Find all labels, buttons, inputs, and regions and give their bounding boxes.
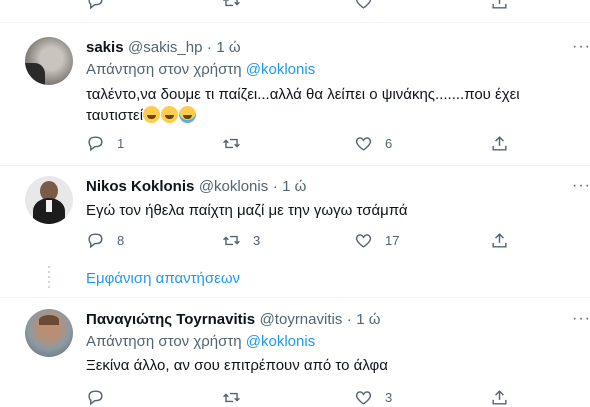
reply-icon [88, 136, 103, 152]
like-count: 17 [385, 233, 400, 248]
top-share-icon[interactable] [490, 0, 509, 11]
like-count: 6 [385, 136, 393, 151]
share-button[interactable] [490, 231, 509, 250]
handle[interactable]: @sakis_hp [128, 39, 202, 56]
display-name[interactable]: sakis [86, 39, 124, 56]
tweet-text-line: Εγώ τον ήθελα παίχτη μαζί με την γωγω τσ… [86, 202, 408, 219]
reply-prefix: Απάντηση στον χρήστη [86, 333, 242, 350]
divider [0, 297, 590, 298]
reply-mention-link[interactable]: @koklonis [246, 61, 315, 78]
like-count: 3 [385, 390, 393, 405]
reply-prefix: Απάντηση στον χρήστη [86, 61, 242, 78]
reply-mention-link[interactable]: @koklonis [246, 333, 315, 350]
share-icon [492, 136, 507, 151]
tweet-header: sakis @sakis_hp · 1 ώ [86, 39, 241, 56]
retweet-button[interactable] [222, 388, 253, 407]
tweet-text: Εγώ τον ήθελα παίχτη μαζί με την γωγω τσ… [86, 200, 566, 221]
top-reply-icon[interactable] [86, 0, 105, 11]
share-button[interactable] [490, 134, 509, 153]
display-name[interactable]: Nikos Koklonis [86, 178, 194, 195]
heart-icon [355, 391, 372, 405]
show-replies-link[interactable]: Εμφάνιση απαντήσεων [86, 270, 240, 287]
tweet-text-line: ταυτιστεί [86, 107, 144, 124]
tweet-header: Nikos Koklonis @koklonis · 1 ώ [86, 178, 307, 195]
grinning-emoji-icon [143, 106, 161, 123]
share-icon [492, 390, 507, 405]
retweet-button[interactable]: 3 [222, 231, 260, 250]
timestamp[interactable]: 1 ώ [216, 39, 240, 56]
retweet-icon [223, 138, 240, 149]
heart-icon [355, 137, 372, 151]
reply-icon [88, 390, 103, 406]
top-like-icon[interactable] [354, 0, 373, 11]
like-button[interactable]: 17 [354, 231, 399, 250]
more-options-icon[interactable]: ··· [572, 310, 590, 328]
reply-count: 8 [117, 233, 125, 248]
avatar[interactable] [25, 37, 73, 85]
more-options-icon[interactable]: ··· [572, 38, 590, 56]
top-retweet-icon[interactable] [222, 0, 241, 11]
handle[interactable]: @koklonis [199, 178, 268, 195]
reply-button[interactable] [86, 388, 117, 407]
reply-button[interactable]: 8 [86, 231, 124, 250]
timestamp[interactable]: 1 ώ [356, 311, 380, 328]
like-button[interactable]: 3 [354, 388, 392, 407]
reply-icon [88, 233, 103, 249]
more-options-icon[interactable]: ··· [572, 177, 590, 195]
like-button[interactable]: 6 [354, 134, 392, 153]
tweet-text: Ξεκίνα άλλο, αν σου επιτρέπουν από το άλ… [86, 355, 566, 376]
retweet-icon [223, 235, 240, 246]
avatar[interactable] [25, 176, 73, 224]
tweet-header: Παναγιώτης Toyrnavitis @toyrnavitis · 1 … [86, 311, 381, 328]
display-name[interactable]: Παναγιώτης Toyrnavitis [86, 311, 255, 328]
handle[interactable]: @toyrnavitis [260, 311, 343, 328]
avatar[interactable] [25, 309, 73, 357]
thread-connector [48, 266, 50, 288]
grinning-emoji-icon [161, 106, 179, 123]
retweet-button[interactable] [222, 134, 253, 153]
retweet-count: 3 [253, 233, 261, 248]
reply-context: Απάντηση στον χρήστη @koklonis [86, 61, 315, 78]
share-button[interactable] [490, 388, 509, 407]
retweet-icon [223, 392, 240, 403]
heart-icon [355, 234, 372, 248]
tweet-text-line: Ξεκίνα άλλο, αν σου επιτρέπουν από το άλ… [86, 357, 388, 374]
laughing-tears-emoji-icon [179, 106, 197, 123]
reply-count: 1 [117, 136, 125, 151]
tweet-text: ταλέντο,να δουμε τι παίζει...αλλά θα λεί… [86, 84, 566, 126]
divider [0, 165, 590, 166]
divider [0, 22, 590, 23]
reply-context: Απάντηση στον χρήστη @koklonis [86, 333, 315, 350]
reply-button[interactable]: 1 [86, 134, 124, 153]
share-icon [492, 233, 507, 248]
tweet-text-line: ταλέντο,να δουμε τι παίζει...αλλά θα λεί… [86, 86, 520, 103]
timestamp[interactable]: 1 ώ [282, 178, 306, 195]
